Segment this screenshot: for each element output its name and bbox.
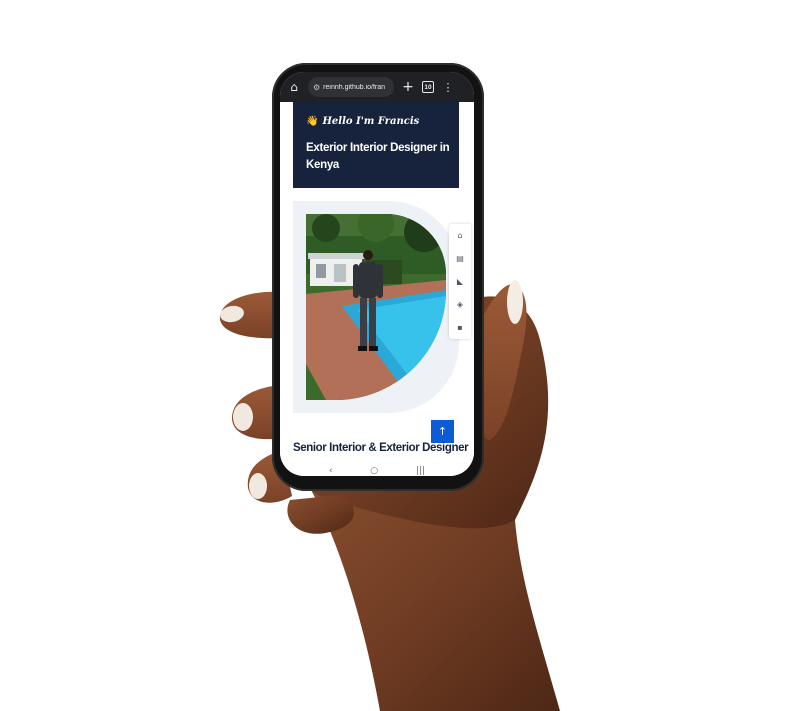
role-subtitle: Senior Interior & Exterior Designer [293, 442, 469, 454]
home-circle-icon[interactable]: ○ [370, 466, 378, 476]
arrow-up-icon: ↑ [437, 425, 448, 438]
web-page: 👋 Hello I'm Francis Exterior Interior Des… [280, 102, 474, 476]
greeting-text: 👋 Hello I'm Francis [306, 116, 419, 127]
browser-toolbar: ⌂ ⚙ reinnh.github.io/fran + 10 ⋮ [280, 72, 474, 102]
phone-screen: ⌂ ⚙ reinnh.github.io/fran + 10 ⋮ 👋 Hello … [280, 72, 474, 476]
waving-hand-icon: 👋 [306, 116, 319, 127]
more-menu-icon[interactable]: ⋮ [440, 79, 456, 95]
site-settings-icon[interactable]: ⚙ [313, 83, 320, 92]
greeting-label: Hello I'm Francis [322, 116, 420, 127]
home-icon[interactable]: ⌂ [286, 79, 302, 95]
hero-headline: Exterior Interior Designer in Kenya [306, 142, 450, 171]
address-bar[interactable]: ⚙ reinnh.github.io/fran [308, 77, 394, 97]
skills-icon[interactable]: ◣ [449, 270, 471, 293]
hero-card: 👋 Hello I'm Francis Exterior Interior Des… [293, 102, 459, 188]
scroll-to-top-button[interactable]: ↑ [431, 420, 454, 443]
id-card-icon[interactable]: ▤ [449, 247, 471, 270]
side-nav-menu: ⌂ ▤ ◣ ◈ ▪ [449, 224, 471, 339]
recents-icon[interactable]: ||| [416, 466, 425, 476]
home-icon[interactable]: ⌂ [449, 224, 471, 247]
back-icon[interactable]: ‹ [329, 466, 333, 476]
portfolio-icon[interactable]: ◈ [449, 293, 471, 316]
contact-icon[interactable]: ▪ [449, 316, 471, 339]
tab-switcher-icon[interactable]: 10 [422, 81, 434, 93]
android-navigation-bar: ‹ ○ ||| [280, 466, 474, 476]
new-tab-icon[interactable]: + [400, 79, 416, 95]
url-text: reinnh.github.io/fran [323, 83, 386, 91]
